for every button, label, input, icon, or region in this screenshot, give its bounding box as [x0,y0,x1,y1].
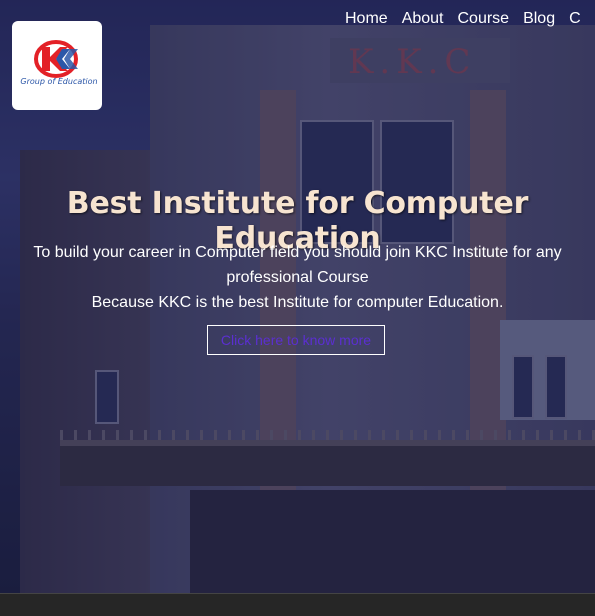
kkc-logo-icon [34,40,78,78]
nav-about[interactable]: About [402,9,444,29]
nav-course[interactable]: Course [458,9,510,29]
nav-contact[interactable]: C [569,9,581,29]
footer-bar [0,593,595,616]
hero-line-2: Because KKC is the best Institute for co… [91,294,504,311]
nav-home[interactable]: Home [345,9,388,29]
logo[interactable]: Group of Education [12,21,102,110]
hero-line-1: To build your career in Computer field y… [33,244,562,286]
hero-description: To build your career in Computer field y… [0,240,595,315]
main-nav: Home About Course Blog C [345,9,595,29]
nav-blog[interactable]: Blog [523,9,555,29]
know-more-button[interactable]: Click here to know more [207,325,385,355]
logo-tagline: Group of Education [20,77,98,86]
